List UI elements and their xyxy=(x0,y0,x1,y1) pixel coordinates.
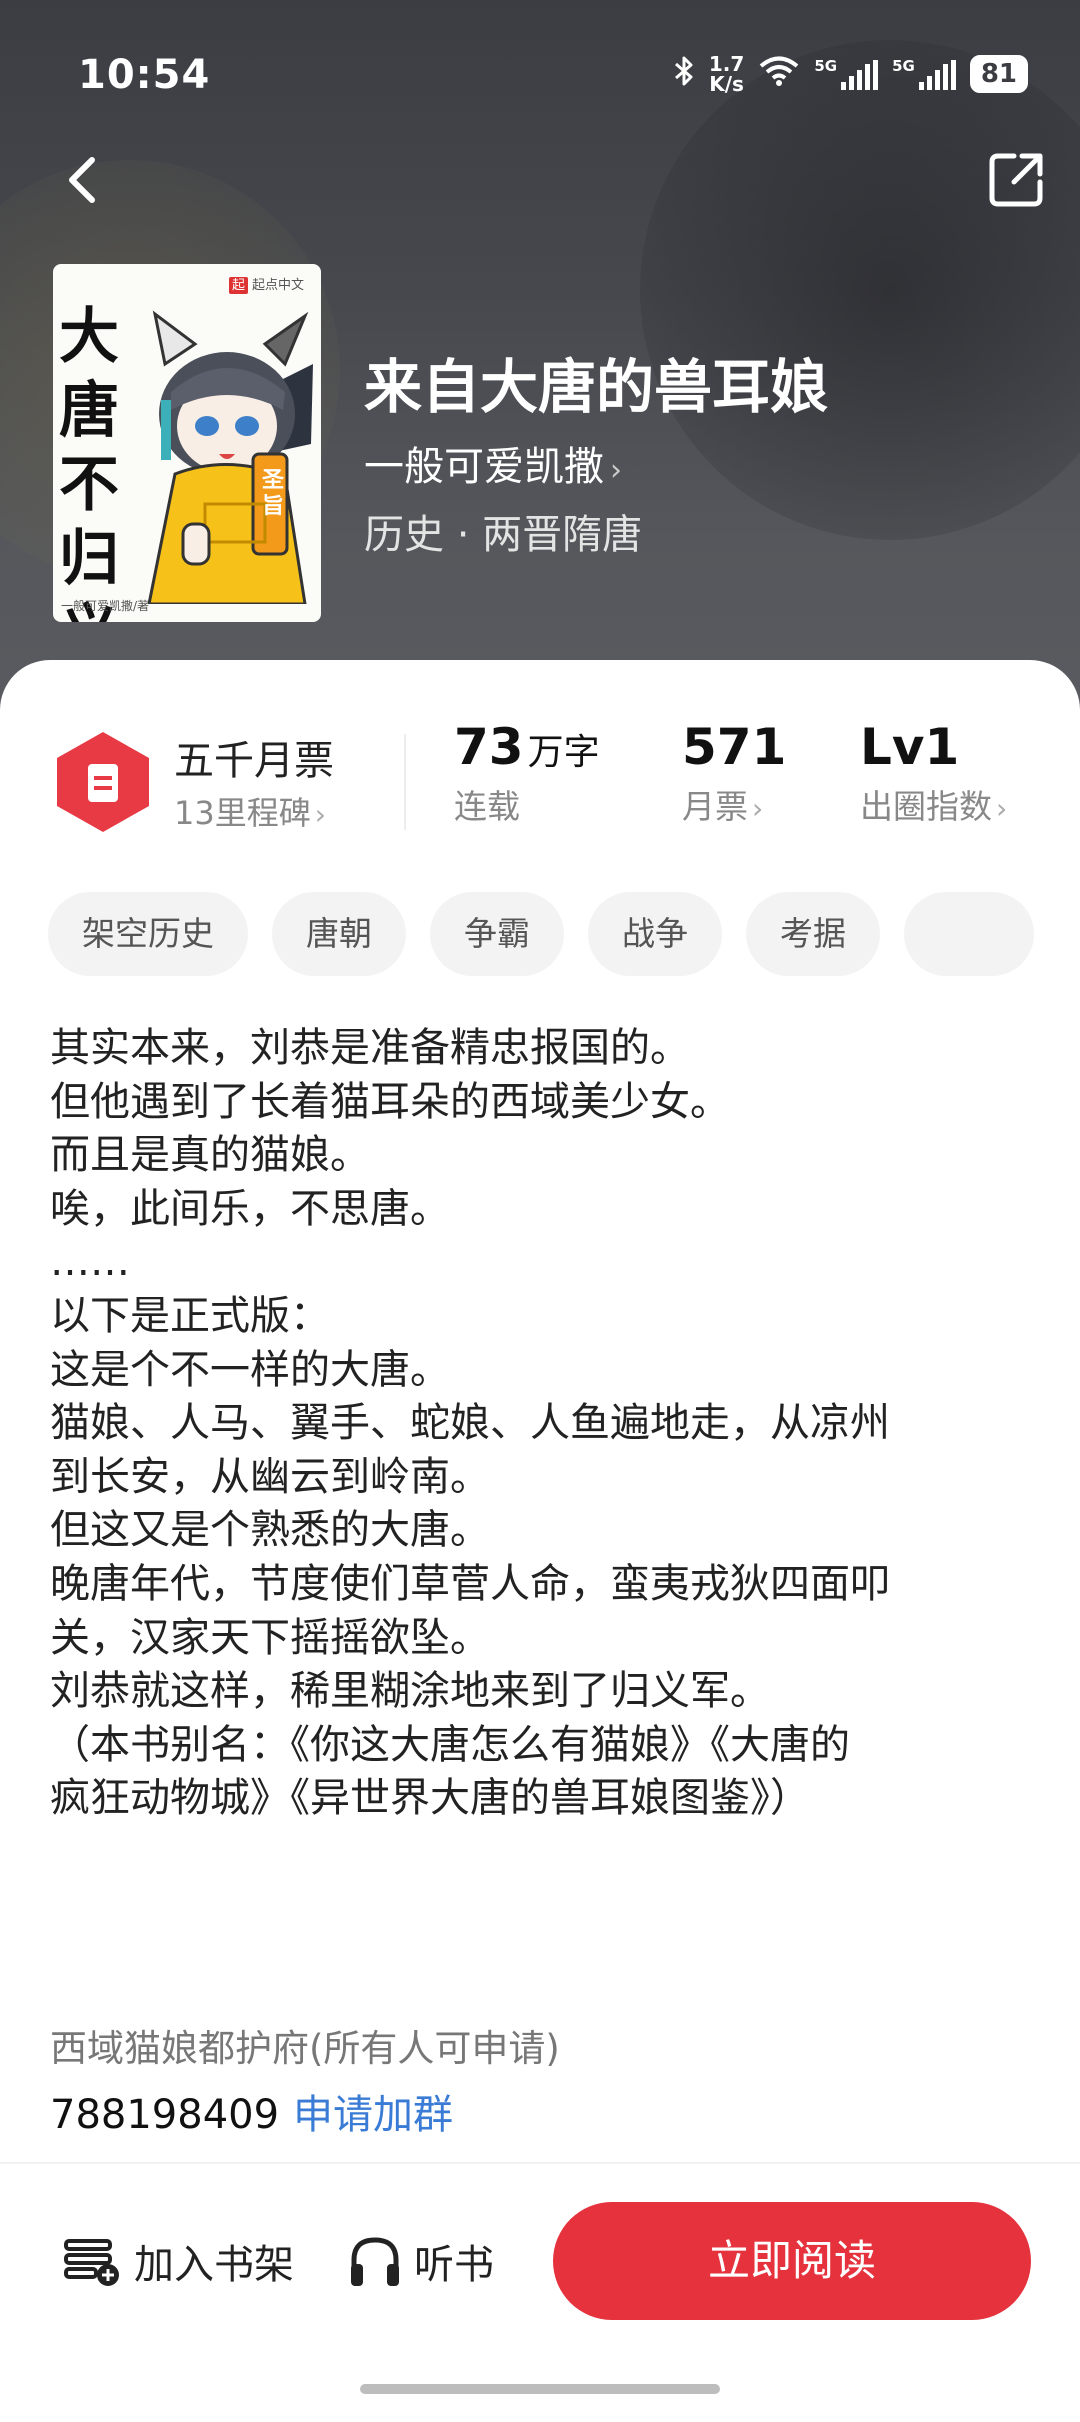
stat-level[interactable]: Lv1 出圈指数 › xyxy=(860,718,1007,828)
join-group-link[interactable]: 申请加群 xyxy=(293,2092,453,2138)
words-unit: 万字 xyxy=(527,732,600,773)
tag-chip[interactable]: 战争 xyxy=(588,892,722,976)
description-line: 但他遇到了长着猫耳朵的西域美少女。 xyxy=(50,1078,730,1125)
listen-label: 听书 xyxy=(414,2242,494,2288)
tickets-label: 月票 xyxy=(682,787,748,826)
reader-group-name: 西域猫娘都护府(所有人可申请) xyxy=(50,2027,560,2070)
reader-group: 788198409 申请加群 xyxy=(50,2082,453,2140)
status-time: 10:54 xyxy=(78,52,211,98)
wifi-icon xyxy=(758,55,800,93)
battery-icon: 81 xyxy=(969,55,1028,93)
share-button[interactable] xyxy=(984,148,1048,212)
tag-chip[interactable]: 唐朝 xyxy=(272,892,406,976)
stats-divider xyxy=(404,734,406,830)
description-line: 以下是正式版： xyxy=(50,1292,330,1339)
words-label: 连载 xyxy=(454,787,520,826)
chevron-right-icon: › xyxy=(752,792,764,825)
net-speed-unit: K/s xyxy=(709,72,744,96)
description-line: 但这又是个熟悉的大唐。 xyxy=(50,1507,490,1554)
signal-tag: 5G xyxy=(814,56,838,75)
headphones-icon xyxy=(351,2237,399,2286)
author-name: 一般可爱凯撒 xyxy=(364,444,604,490)
net-speed-value: 1.7 xyxy=(708,52,745,76)
cover-illustration xyxy=(147,310,313,604)
words-value: 73 xyxy=(454,718,524,776)
chevron-right-icon: › xyxy=(314,798,326,831)
level-label: 出圈指数 xyxy=(860,787,992,826)
read-now-button[interactable]: 立即阅读 xyxy=(553,2202,1031,2320)
tag-chip[interactable]: 考据 xyxy=(746,892,880,976)
author-link[interactable]: 一般可爱凯撒 › xyxy=(364,434,622,492)
chevron-left-icon xyxy=(69,157,95,203)
description-line: 猫娘、人马、翼手、蛇娘、人鱼遍地走，从凉州 xyxy=(50,1400,890,1447)
description-line: 疯狂动物城》《异世界大唐的兽耳娘图鉴》） xyxy=(50,1775,810,1822)
milestone-sub: 13里程碑 xyxy=(174,794,311,832)
chevron-right-icon: › xyxy=(996,792,1008,825)
description-line: 而且是真的猫娘。 xyxy=(50,1132,370,1179)
description-line: （本书别名：《你这大唐怎么有猫娘》《大唐的 xyxy=(50,1721,850,1768)
bottom-action-bar: 加入书架 听书 立即阅读 xyxy=(0,2162,1080,2422)
milestone-title: 五千月票 xyxy=(174,738,334,784)
description-line: 这是个不一样的大唐。 xyxy=(50,1346,450,1393)
add-to-shelf-button[interactable]: 加入书架 xyxy=(62,2232,294,2290)
tag-chip[interactable]: 争霸 xyxy=(430,892,564,976)
status-bar: 10:54 1.7 K/s 5G 5G 81 xyxy=(0,0,1080,150)
description-line: …… xyxy=(50,1239,130,1286)
book-cover[interactable]: 起起点中文 大唐不归义 圣旨 一般可爱凯撒/著 xyxy=(53,264,321,622)
description-line: 刘恭就这样，稀里糊涂地来到了归义军。 xyxy=(50,1668,770,1715)
description-line: 其实本来，刘恭是准备精忠报国的。 xyxy=(50,1025,690,1071)
book-header: 10:54 1.7 K/s 5G 5G 81 起 起点中文 大唐不归 圣旨 一般… xyxy=(0,0,1080,720)
reader-group-id: 788198409 xyxy=(50,2092,280,2138)
status-icons: 1.7 K/s 5G 5G 81 xyxy=(673,54,1028,94)
bluetooth-icon xyxy=(673,55,695,93)
cover-author: 一般可爱凯撒/著 xyxy=(61,599,150,613)
milestone-link[interactable]: 13里程碑 › xyxy=(174,788,326,834)
book-genre: 历史 · 两晋隋唐 xyxy=(364,512,643,558)
stats-row: 五千月票 13里程碑 › 73 万字 连载 571 月票 › Lv1 出圈指数 › xyxy=(0,660,1080,860)
tag-chip-overflow[interactable] xyxy=(904,892,1034,976)
net-speed: 1.7 K/s xyxy=(709,54,744,94)
book-detail-card: 五千月票 13里程碑 › 73 万字 连载 571 月票 › Lv1 出圈指数 › 架空… xyxy=(0,660,1080,2420)
cover-title: 大唐不归义 xyxy=(59,302,119,622)
milestone-icon[interactable] xyxy=(52,730,154,834)
signal-icon: 5G xyxy=(814,56,879,90)
book-description: 其实本来，刘恭是准备精忠报国的。 但他遇到了长着猫耳朵的西域美少女。 而且是真的… xyxy=(50,1022,1030,1826)
back-button[interactable] xyxy=(58,150,108,210)
cover-sign: 圣旨 xyxy=(262,468,285,519)
description-line: 唉，此间乐，不思唐。 xyxy=(50,1185,450,1232)
signal-tag: 5G xyxy=(892,56,915,75)
chevron-right-icon: › xyxy=(610,453,622,488)
listen-button[interactable]: 听书 xyxy=(346,2232,494,2290)
share-icon xyxy=(989,153,1043,207)
signal-icon: 5G xyxy=(892,56,956,90)
home-indicator[interactable] xyxy=(360,2384,720,2394)
description-line: 到长安，从幽云到岭南。 xyxy=(50,1453,490,1500)
stat-monthly-tickets[interactable]: 571 月票 › xyxy=(682,718,786,828)
description-line: 晚唐年代，节度使们草菅人命，蛮夷戎狄四面叩 xyxy=(50,1560,890,1607)
description-line: 关，汉家天下摇摇欲坠。 xyxy=(50,1614,490,1661)
add-to-shelf-label: 加入书架 xyxy=(134,2242,294,2288)
level-value: Lv1 xyxy=(860,718,960,776)
stat-words: 73 万字 连载 xyxy=(454,718,600,828)
tag-list: 架空历史 唐朝 争霸 战争 考据 xyxy=(48,892,1080,976)
cover-publisher: 起起点中文 xyxy=(229,274,304,294)
book-title: 来自大唐的兽耳娘 xyxy=(364,353,829,421)
tag-chip[interactable]: 架空历史 xyxy=(48,892,248,976)
tickets-value: 571 xyxy=(682,718,787,776)
bookshelf-add-icon xyxy=(64,2239,119,2286)
